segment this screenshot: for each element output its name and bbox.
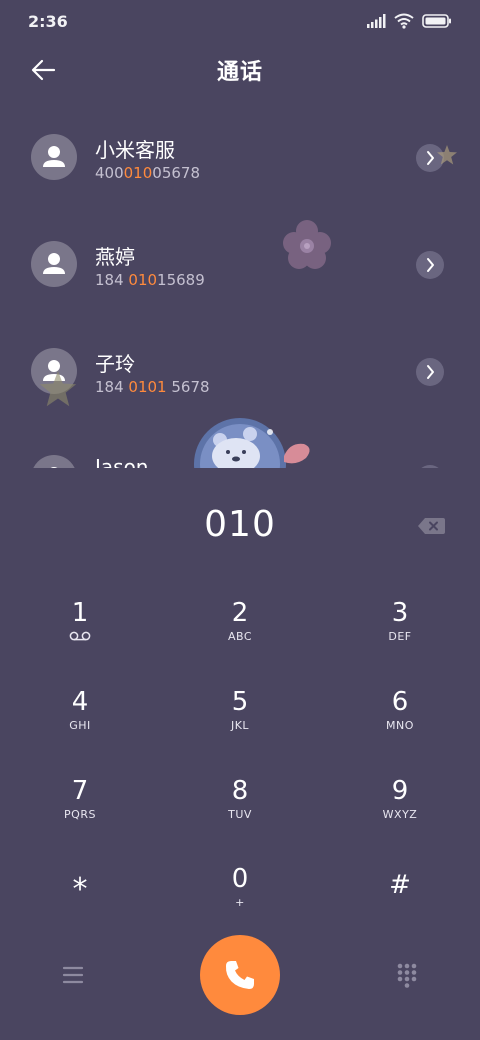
key-7[interactable]: 7 PQRS bbox=[0, 764, 160, 852]
contact-name: Jason bbox=[95, 455, 149, 468]
number-prefix: 184 bbox=[95, 271, 129, 289]
contact-results-list[interactable]: 小米客服 40001005678 燕婷 184 01015689 子玲 184 … bbox=[0, 100, 480, 468]
person-icon bbox=[43, 360, 65, 381]
key-4[interactable]: 4 GHI bbox=[0, 675, 160, 763]
key-1[interactable]: 1 bbox=[0, 586, 160, 674]
key-letters: PQRS bbox=[64, 808, 96, 821]
chevron-right-icon bbox=[427, 258, 434, 272]
contact-number: 40001005678 bbox=[95, 164, 200, 182]
contact-item[interactable]: 子玲 184 0101 5678 bbox=[0, 314, 480, 420]
arrow-left-icon bbox=[31, 59, 56, 81]
dialpad-icon bbox=[397, 963, 417, 988]
key-digit: * bbox=[72, 872, 88, 907]
backspace-icon bbox=[418, 518, 445, 534]
key-digit: 3 bbox=[391, 598, 409, 628]
wifi-icon bbox=[394, 13, 414, 29]
key-digit: # bbox=[389, 870, 411, 900]
key-letters: WXYZ bbox=[382, 808, 418, 821]
key-letters: GHI bbox=[69, 719, 91, 732]
voicemail-icon bbox=[69, 631, 91, 641]
key-letters: MNO bbox=[386, 719, 414, 732]
contact-name: 燕婷 bbox=[95, 245, 135, 269]
back-button[interactable] bbox=[28, 56, 60, 84]
person-icon bbox=[43, 253, 65, 274]
bottom-action-bar bbox=[0, 930, 480, 1040]
contact-item[interactable]: 小米客服 40001005678 bbox=[0, 100, 480, 206]
person-icon bbox=[43, 146, 65, 167]
menu-button[interactable] bbox=[58, 962, 88, 988]
key-digit: 6 bbox=[391, 687, 409, 717]
dial-display: 010 bbox=[0, 468, 480, 586]
key-digit: 7 bbox=[71, 776, 89, 806]
key-letters: TUV bbox=[228, 808, 252, 821]
person-icon bbox=[50, 467, 58, 468]
key-digit: 2 bbox=[231, 598, 249, 628]
key-digit: 9 bbox=[391, 776, 409, 806]
number-match-highlight: 010 bbox=[123, 164, 153, 182]
contact-detail-button[interactable] bbox=[416, 358, 444, 386]
key-0[interactable]: 0 + bbox=[160, 852, 320, 940]
contact-detail-button[interactable] bbox=[416, 144, 444, 172]
contact-item[interactable]: 燕婷 184 01015689 bbox=[0, 207, 480, 313]
phone-icon bbox=[225, 961, 254, 989]
dialpad: 1 2 ABC 3 DEF 4 GHI 5 JKL 6 MNO 7 PQRS 8… bbox=[0, 586, 480, 940]
chevron-right-icon bbox=[427, 151, 434, 165]
avatar bbox=[31, 241, 77, 287]
key-9[interactable]: 9 WXYZ bbox=[320, 764, 480, 852]
key-letters: DEF bbox=[388, 630, 412, 643]
number-match-highlight: 010 bbox=[128, 271, 158, 289]
backspace-button[interactable] bbox=[416, 516, 446, 536]
menu-icon bbox=[62, 966, 84, 984]
key-letters: + bbox=[235, 896, 245, 909]
dialed-number: 010 bbox=[204, 504, 276, 545]
contact-name: 小米客服 bbox=[95, 138, 175, 162]
key-hash[interactable]: # bbox=[320, 852, 480, 940]
contact-number: 184 01015689 bbox=[95, 271, 205, 289]
contact-name: 子玲 bbox=[95, 352, 135, 376]
header: 通话 bbox=[0, 42, 480, 98]
key-letters: ABC bbox=[227, 630, 253, 643]
key-5[interactable]: 5 JKL bbox=[160, 675, 320, 763]
contact-item[interactable]: Jason bbox=[0, 421, 480, 468]
chevron-right-icon bbox=[427, 365, 434, 379]
number-suffix: 5678 bbox=[166, 378, 210, 396]
avatar bbox=[31, 455, 77, 468]
key-letters: JKL bbox=[230, 719, 250, 732]
key-6[interactable]: 6 MNO bbox=[320, 675, 480, 763]
key-3[interactable]: 3 DEF bbox=[320, 586, 480, 674]
call-button[interactable] bbox=[200, 935, 280, 1015]
key-digit: 5 bbox=[231, 687, 249, 717]
number-suffix: 15689 bbox=[157, 271, 205, 289]
number-prefix: 184 bbox=[95, 378, 129, 396]
key-star[interactable]: * bbox=[0, 852, 160, 940]
key-2[interactable]: 2 ABC bbox=[160, 586, 320, 674]
number-suffix: 05678 bbox=[152, 164, 200, 182]
avatar bbox=[31, 134, 77, 180]
key-8[interactable]: 8 TUV bbox=[160, 764, 320, 852]
key-digit: 4 bbox=[71, 687, 89, 717]
key-digit: 8 bbox=[231, 776, 249, 806]
key-digit: 0 bbox=[231, 864, 249, 894]
contact-number: 184 0101 5678 bbox=[95, 378, 210, 396]
avatar bbox=[31, 348, 77, 394]
number-prefix: 400 bbox=[95, 164, 124, 182]
signal-icon bbox=[367, 14, 386, 28]
contact-detail-button[interactable] bbox=[416, 251, 444, 279]
status-icons bbox=[366, 13, 452, 29]
dialpad-toggle-button[interactable] bbox=[392, 960, 422, 990]
status-time: 2:36 bbox=[28, 11, 68, 31]
page-title: 通话 bbox=[216, 60, 263, 85]
status-bar: 2:36 bbox=[0, 0, 480, 42]
key-digit: 1 bbox=[71, 598, 89, 628]
number-match-highlight: 0101 bbox=[128, 378, 167, 396]
battery-icon bbox=[422, 14, 451, 28]
